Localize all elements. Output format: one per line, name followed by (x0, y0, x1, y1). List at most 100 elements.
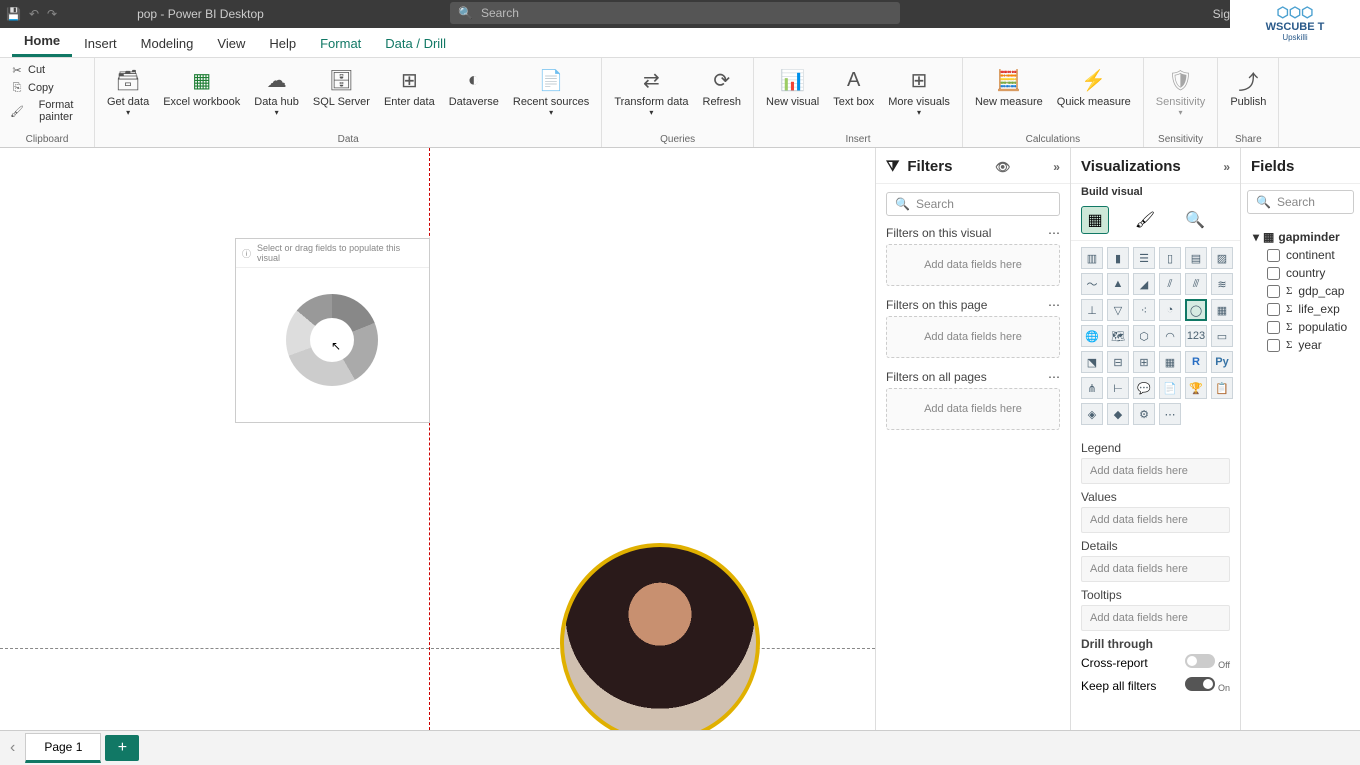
viz-clustered-bar[interactable]: ☰ (1133, 247, 1155, 269)
quick-measure-button[interactable]: ⚡Quick measure (1053, 62, 1135, 110)
viz-line[interactable]: 〜 (1081, 273, 1103, 295)
viz-ribbon[interactable]: ≋ (1211, 273, 1233, 295)
field-checkbox[interactable] (1267, 339, 1280, 352)
refresh-button[interactable]: ⟳Refresh (699, 62, 746, 119)
filters-search[interactable]: 🔍 Search (886, 192, 1060, 216)
viz-map[interactable]: 🌐 (1081, 325, 1103, 347)
viz-100-bar[interactable]: ▤ (1185, 247, 1207, 269)
viz-matrix[interactable]: ▦ (1159, 351, 1181, 373)
donut-visual-placeholder[interactable]: ⓘ Select or drag fields to populate this… (235, 238, 430, 423)
viz-area[interactable]: ▲ (1107, 273, 1129, 295)
report-canvas[interactable]: ⓘ Select or drag fields to populate this… (0, 148, 875, 730)
undo-icon[interactable]: ↶ (29, 7, 39, 21)
sign-in-link[interactable]: Sig (1213, 7, 1230, 21)
tab-view[interactable]: View (205, 30, 257, 57)
viz-scatter[interactable]: ⁖ (1133, 299, 1155, 321)
field-checkbox[interactable] (1267, 267, 1280, 280)
more-icon[interactable]: ⋯ (1048, 226, 1060, 240)
get-data-button[interactable]: 🗃Get data▾ (103, 62, 153, 119)
field-checkbox[interactable] (1267, 303, 1280, 316)
add-page-button[interactable]: + (105, 735, 139, 761)
viz-card[interactable]: 123 (1185, 325, 1207, 347)
viz-more[interactable]: ⋯ (1159, 403, 1181, 425)
viz-line-stacked[interactable]: ⫽ (1159, 273, 1181, 295)
eye-icon[interactable]: 👁 (995, 160, 1010, 174)
enter-data-button[interactable]: ⊞Enter data (380, 62, 439, 119)
viz-table[interactable]: ⊞ (1133, 351, 1155, 373)
global-search[interactable]: 🔍 Search (450, 2, 900, 24)
dataverse-button[interactable]: ◐Dataverse (445, 62, 503, 119)
page-filter-drop[interactable]: Add data fields here (886, 316, 1060, 358)
viz-pie[interactable]: ◔ (1159, 299, 1181, 321)
viz-filled-map[interactable]: 🗺 (1107, 325, 1129, 347)
viz-gauge[interactable]: ◠ (1159, 325, 1181, 347)
legend-well-drop[interactable]: Add data fields here (1081, 458, 1230, 484)
field-country[interactable]: country (1253, 264, 1348, 282)
viz-powerapps[interactable]: ◆ (1107, 403, 1129, 425)
details-well-drop[interactable]: Add data fields here (1081, 556, 1230, 582)
sensitivity-button[interactable]: 🛡Sensitivity▾ (1152, 62, 1210, 119)
text-box-button[interactable]: AText box (829, 62, 878, 119)
prev-page-icon[interactable]: ‹ (10, 739, 15, 757)
publish-button[interactable]: ⤴Publish (1226, 62, 1270, 110)
values-well-drop[interactable]: Add data fields here (1081, 507, 1230, 533)
viz-clustered-column[interactable]: ▯ (1159, 247, 1181, 269)
viz-donut[interactable]: ◯ (1185, 299, 1207, 321)
new-measure-button[interactable]: 🧮New measure (971, 62, 1047, 110)
keep-filters-toggle[interactable] (1185, 677, 1215, 691)
excel-workbook-button[interactable]: ▦Excel workbook (159, 62, 244, 119)
format-painter-button[interactable]: 🖌Format painter (8, 98, 86, 124)
data-hub-button[interactable]: ☁Data hub▾ (250, 62, 303, 119)
viz-waterfall[interactable]: ⊥ (1081, 299, 1103, 321)
cross-report-toggle[interactable] (1185, 654, 1215, 668)
field-life-exp[interactable]: Σlife_exp (1253, 300, 1348, 318)
tab-data-drill[interactable]: Data / Drill (373, 30, 458, 57)
tooltips-well-drop[interactable]: Add data fields here (1081, 605, 1230, 631)
build-visual-tab[interactable]: ▦ (1081, 206, 1109, 234)
field-population[interactable]: Σpopulatio (1253, 318, 1348, 336)
viz-key-influencers[interactable]: ⋔ (1081, 377, 1103, 399)
copy-button[interactable]: ⎘Copy (8, 80, 86, 96)
viz-treemap[interactable]: ▦ (1211, 299, 1233, 321)
field-year[interactable]: Σyear (1253, 336, 1348, 354)
fields-search[interactable]: 🔍 Search (1247, 190, 1354, 214)
all-filter-drop[interactable]: Add data fields here (886, 388, 1060, 430)
recent-sources-button[interactable]: 📄Recent sources▾ (509, 62, 593, 119)
viz-funnel[interactable]: ▽ (1107, 299, 1129, 321)
field-checkbox[interactable] (1267, 321, 1280, 334)
viz-multi-card[interactable]: ▭ (1211, 325, 1233, 347)
new-visual-button[interactable]: 📊New visual (762, 62, 823, 119)
viz-narrative[interactable]: 📄 (1159, 377, 1181, 399)
viz-stacked-bar[interactable]: ▥ (1081, 247, 1103, 269)
viz-azure-map[interactable]: ⬡ (1133, 325, 1155, 347)
field-continent[interactable]: continent (1253, 246, 1348, 264)
sql-server-button[interactable]: 🗄SQL Server (309, 62, 374, 119)
tab-modeling[interactable]: Modeling (129, 30, 206, 57)
cut-button[interactable]: ✂Cut (8, 62, 86, 78)
viz-goals[interactable]: 🏆 (1185, 377, 1207, 399)
collapse-viz-icon[interactable]: » (1223, 160, 1230, 174)
tab-help[interactable]: Help (257, 30, 308, 57)
viz-stacked-column[interactable]: ▮ (1107, 247, 1129, 269)
table-gapminder[interactable]: ▾ ▦ gapminder (1253, 228, 1348, 246)
page-tab-1[interactable]: Page 1 (25, 733, 101, 763)
tab-home[interactable]: Home (12, 27, 72, 57)
visual-filter-drop[interactable]: Add data fields here (886, 244, 1060, 286)
viz-qa[interactable]: 💬 (1133, 377, 1155, 399)
viz-automate[interactable]: ⚙ (1133, 403, 1155, 425)
viz-r[interactable]: R (1185, 351, 1207, 373)
viz-decomp-tree[interactable]: ⊢ (1107, 377, 1129, 399)
viz-paginated[interactable]: 📋 (1211, 377, 1233, 399)
field-gdp-cap[interactable]: Σgdp_cap (1253, 282, 1348, 300)
redo-icon[interactable]: ↷ (47, 7, 57, 21)
viz-kpi[interactable]: ⬔ (1081, 351, 1103, 373)
more-visuals-button[interactable]: ⊞More visuals▾ (884, 62, 954, 119)
collapse-filters-icon[interactable]: » (1053, 160, 1060, 174)
viz-100-column[interactable]: ▨ (1211, 247, 1233, 269)
viz-python[interactable]: Py (1211, 351, 1233, 373)
format-visual-tab[interactable]: 🖌 (1131, 206, 1159, 234)
save-icon[interactable]: 💾 (6, 7, 21, 21)
field-checkbox[interactable] (1267, 249, 1280, 262)
viz-stacked-area[interactable]: ◢ (1133, 273, 1155, 295)
more-icon[interactable]: ⋯ (1048, 370, 1060, 384)
